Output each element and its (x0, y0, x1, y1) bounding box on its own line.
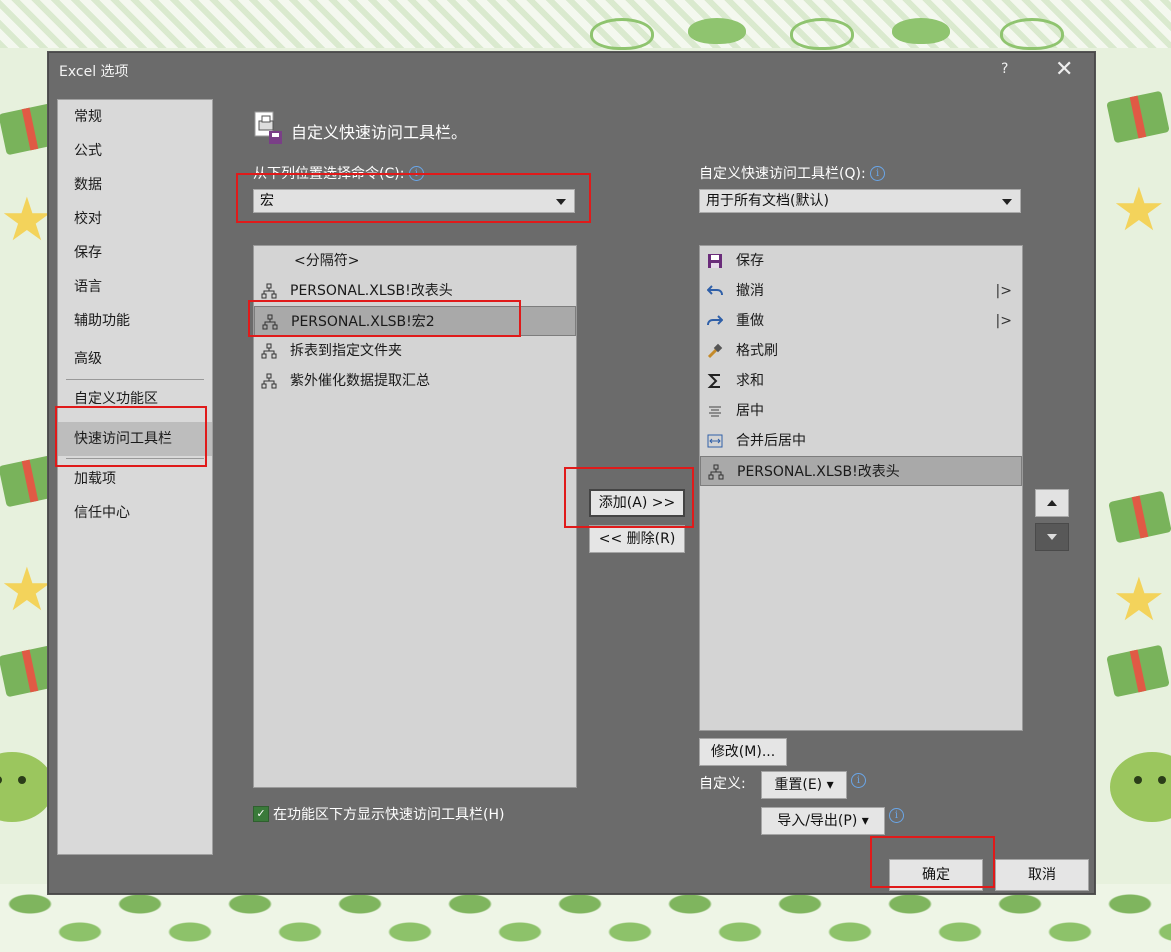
list-item[interactable]: 格式刷 (700, 336, 1022, 366)
info-icon: i (889, 808, 904, 823)
choose-commands-dropdown[interactable]: 宏 (253, 189, 575, 213)
nav-item-customize-ribbon[interactable]: 自定义功能区 (58, 384, 212, 414)
nav-item-addins[interactable]: 加载项 (58, 464, 212, 494)
cancel-button[interactable]: 取消 (995, 859, 1089, 891)
import-export-dropdown-button[interactable]: 导入/导出(P) ▾ (761, 807, 885, 835)
customizations-label: 自定义: (699, 776, 746, 792)
nav-item-proofing[interactable]: 校对 (58, 204, 212, 234)
quick-access-toolbar-icon (254, 111, 282, 144)
help-button[interactable]: ? (1001, 61, 1008, 77)
list-item[interactable]: 合并后居中 (700, 426, 1022, 456)
macro-icon (261, 283, 277, 299)
list-item[interactable]: 居中 (700, 396, 1022, 426)
star-decoration: ★ (0, 185, 54, 255)
nav-item-data[interactable]: 数据 (58, 170, 212, 200)
chevron-down-icon (556, 199, 566, 205)
list-item[interactable]: 保存 (700, 246, 1022, 276)
heart-decoration (790, 18, 854, 50)
info-icon: i (408, 166, 424, 181)
list-item[interactable]: 求和 (700, 366, 1022, 396)
undo-icon (707, 285, 723, 296)
modify-button[interactable]: 修改(M)... (699, 738, 787, 766)
heart-decoration (1000, 18, 1064, 50)
chevron-right-icon: |> (995, 283, 1012, 299)
gift-decoration (1106, 90, 1170, 144)
excel-options-dialog: Excel 选项 ? ✕ 常规 公式 数据 校对 保存 语言 辅助功能 高级 自… (48, 52, 1095, 894)
options-nav: 常规 公式 数据 校对 保存 语言 辅助功能 高级 自定义功能区 快速访问工具栏… (57, 99, 213, 855)
star-decoration: ★ (1112, 175, 1166, 245)
list-item-selected[interactable]: PERSONAL.XLSB!宏2 (254, 306, 576, 336)
info-icon: i (870, 166, 886, 181)
triangle-down-icon (1047, 534, 1057, 540)
nav-divider (66, 458, 204, 459)
heart-decoration (590, 18, 654, 50)
gift-decoration (1106, 644, 1170, 698)
toolbar-commands-list[interactable]: 保存 撤消 |> 重做 |> 格式刷 求和 居中 合并后居中 PERSONAL.… (699, 245, 1023, 731)
redo-icon (707, 315, 723, 326)
list-item-selected[interactable]: PERSONAL.XLSB!改表头 (700, 456, 1022, 486)
move-down-button[interactable] (1035, 523, 1069, 551)
macro-icon (261, 373, 277, 389)
chevron-right-icon: |> (995, 313, 1012, 329)
nav-divider (66, 379, 204, 380)
choose-commands-label: 从下列位置选择命令(C): i (253, 163, 424, 183)
list-item[interactable]: <分隔符> (254, 246, 576, 276)
available-commands-list[interactable]: <分隔符> PERSONAL.XLSB!改表头 PERSONAL.XLSB!宏2… (253, 245, 577, 788)
heart-decoration (892, 18, 950, 44)
section-title: 自定义快速访问工具栏。 (291, 123, 468, 142)
add-button[interactable]: 添加(A) >> (589, 489, 685, 517)
smiley-decoration (0, 752, 54, 822)
macro-icon (262, 314, 278, 330)
background-pattern-bottom (0, 884, 1171, 952)
show-below-ribbon-checkbox[interactable]: ✓ (253, 806, 269, 822)
save-icon (708, 254, 722, 268)
nav-item-general[interactable]: 常规 (58, 102, 212, 132)
close-button[interactable]: ✕ (1055, 57, 1073, 82)
customize-toolbar-label: 自定义快速访问工具栏(Q): i (699, 163, 886, 183)
reset-dropdown-button[interactable]: 重置(E) ▾ (761, 771, 847, 799)
merge-center-icon (707, 434, 723, 448)
move-up-button[interactable] (1035, 489, 1069, 517)
format-painter-icon (707, 343, 723, 359)
show-below-ribbon-label: 在功能区下方显示快速访问工具栏(H) (273, 807, 505, 823)
dialog-title: Excel 选项 (59, 64, 129, 80)
macro-icon (261, 343, 277, 359)
heart-decoration (688, 18, 746, 44)
background-pattern-top (0, 0, 1171, 48)
smiley-decoration (1110, 752, 1171, 822)
triangle-up-icon (1047, 500, 1057, 506)
nav-item-quick-access-toolbar[interactable]: 快速访问工具栏 (58, 422, 212, 456)
align-center-icon (709, 406, 721, 417)
nav-item-save[interactable]: 保存 (58, 238, 212, 268)
info-icon: i (851, 773, 866, 788)
nav-item-language[interactable]: 语言 (58, 272, 212, 302)
list-item[interactable]: 拆表到指定文件夹 (254, 336, 576, 366)
nav-item-formulas[interactable]: 公式 (58, 136, 212, 166)
ok-button[interactable]: 确定 (889, 859, 983, 891)
nav-item-accessibility[interactable]: 辅助功能 (58, 306, 212, 336)
nav-item-trust-center[interactable]: 信任中心 (58, 498, 212, 528)
chevron-down-icon (1002, 199, 1012, 205)
macro-icon (708, 464, 724, 480)
star-decoration: ★ (1112, 565, 1166, 635)
sum-icon (707, 374, 720, 388)
remove-button[interactable]: << 删除(R) (589, 525, 685, 553)
customize-toolbar-dropdown[interactable]: 用于所有文档(默认) (699, 189, 1021, 213)
gift-decoration (1108, 490, 1171, 544)
star-decoration: ★ (0, 555, 54, 625)
list-item[interactable]: PERSONAL.XLSB!改表头 (254, 276, 576, 306)
list-item[interactable]: 紫外催化数据提取汇总 (254, 366, 576, 396)
nav-item-advanced[interactable]: 高级 (58, 344, 212, 374)
list-item[interactable]: 重做 |> (700, 306, 1022, 336)
list-item[interactable]: 撤消 |> (700, 276, 1022, 306)
